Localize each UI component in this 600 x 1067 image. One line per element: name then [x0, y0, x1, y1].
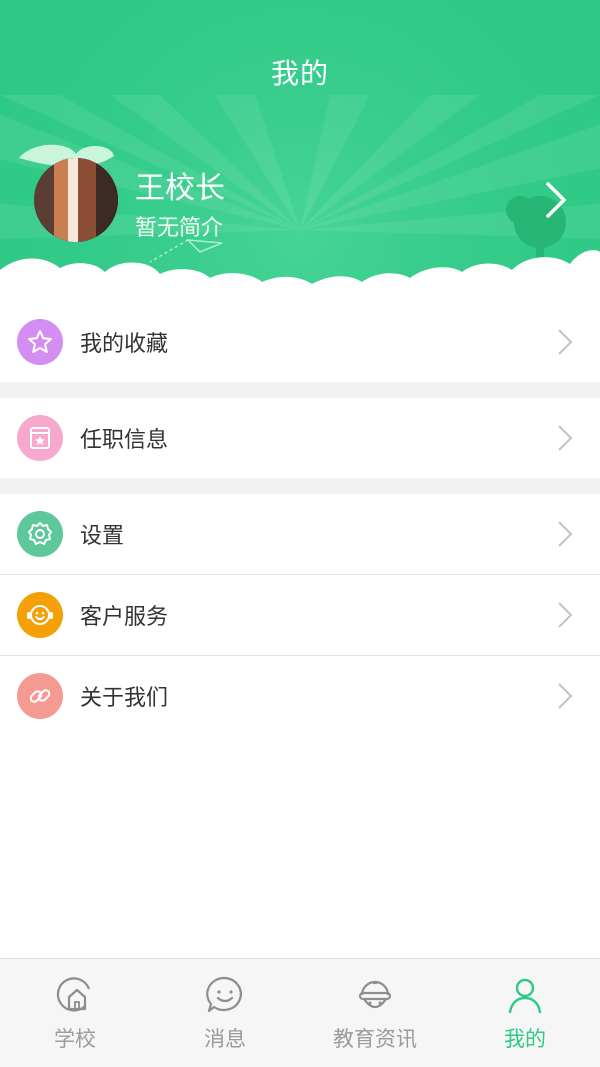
profile-header: 我的 王校长 暂无简介 — [0, 0, 600, 300]
gear-icon — [17, 511, 63, 557]
tab-mine[interactable]: 我的 — [450, 959, 600, 1067]
menu-label-position-info: 任职信息 — [80, 428, 169, 453]
school-home-icon — [56, 977, 91, 1012]
chevron-right-icon — [558, 425, 573, 451]
message-icon — [206, 976, 242, 1013]
menu-label-customer-service: 客户服务 — [80, 605, 169, 630]
news-icon — [358, 980, 392, 1009]
menu-label-settings: 设置 — [80, 524, 125, 549]
bottom-tab-bar: 学校 消息 教育资讯 我的 — [0, 958, 600, 1067]
chevron-right-icon — [558, 683, 573, 709]
menu-item-customer-service[interactable]: 客户服务 — [0, 575, 600, 655]
link-icon — [17, 673, 63, 719]
menu-label-about-us: 关于我们 — [80, 686, 169, 711]
tab-messages[interactable]: 消息 — [150, 959, 300, 1067]
chevron-right-icon — [558, 602, 573, 628]
cloud-border-decoration — [0, 250, 600, 300]
menu-item-about-us[interactable]: 关于我们 — [0, 656, 600, 736]
certificate-icon — [17, 415, 63, 461]
star-icon — [17, 319, 63, 365]
tab-label-messages: 消息 — [204, 1027, 246, 1051]
user-name: 王校长 — [135, 171, 225, 206]
chevron-right-icon — [558, 329, 573, 355]
avatar-photo — [34, 158, 118, 242]
section-gap — [0, 478, 600, 494]
chevron-right-icon — [558, 521, 573, 547]
menu-item-settings[interactable]: 设置 — [0, 494, 600, 574]
headset-icon — [17, 592, 63, 638]
menu-label-favorites: 我的收藏 — [80, 332, 169, 357]
profile-icon — [508, 978, 542, 1014]
page-title: 我的 — [270, 57, 329, 90]
user-bio: 暂无简介 — [135, 216, 224, 241]
tab-label-mine: 我的 — [504, 1027, 546, 1051]
tab-label-school: 学校 — [54, 1027, 96, 1051]
tab-education-news[interactable]: 教育资讯 — [300, 959, 450, 1067]
tab-label-education-news: 教育资讯 — [333, 1027, 417, 1051]
menu-item-position-info[interactable]: 任职信息 — [0, 398, 600, 478]
tab-school[interactable]: 学校 — [0, 959, 150, 1067]
avatar-container[interactable] — [14, 140, 124, 245]
avatar[interactable] — [34, 158, 118, 242]
profile-detail-chevron-icon[interactable] — [540, 180, 572, 220]
section-gap — [0, 382, 600, 398]
menu-item-favorites[interactable]: 我的收藏 — [0, 302, 600, 382]
